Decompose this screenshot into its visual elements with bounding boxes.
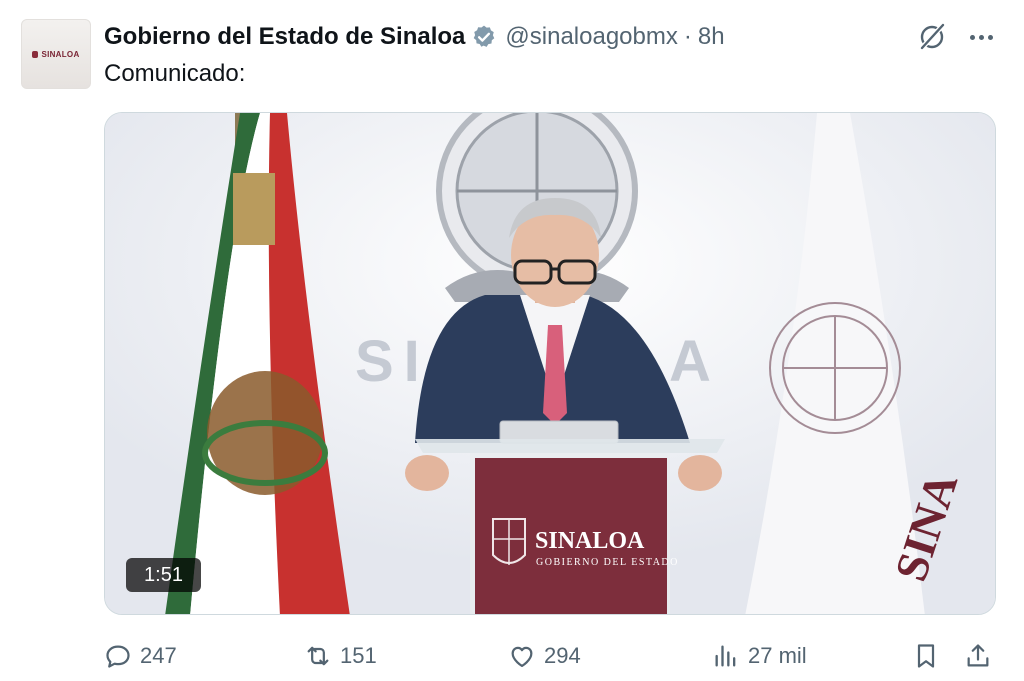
analytics-icon bbox=[715, 645, 736, 667]
separator-dot: · bbox=[683, 23, 692, 50]
heart-icon bbox=[511, 646, 533, 668]
more-options-icon[interactable] bbox=[964, 22, 998, 52]
post-time[interactable]: 8h bbox=[698, 23, 725, 51]
wall-text-right: A bbox=[669, 329, 711, 394]
video-duration: 1:51 bbox=[126, 558, 201, 592]
avatar[interactable]: SINALOA bbox=[21, 19, 91, 89]
bookmark-icon bbox=[917, 644, 935, 668]
action-bar: 247 151 294 27 mil bbox=[104, 636, 996, 676]
video-frame: SI A SINA SINALOA GOBIERNO DEL ESTADO bbox=[105, 113, 995, 614]
verified-badge-icon bbox=[474, 25, 495, 47]
account-name[interactable]: Gobierno del Estado de Sinaloa bbox=[104, 23, 465, 51]
share-button[interactable] bbox=[964, 636, 992, 676]
podium-title: SINALOA bbox=[535, 528, 645, 554]
share-icon bbox=[967, 644, 989, 667]
reply-count: 247 bbox=[140, 643, 177, 668]
post-header: Gobierno del Estado de Sinaloa @sinaloag… bbox=[104, 19, 725, 55]
repost-icon bbox=[307, 646, 329, 666]
repost-button[interactable]: 151 bbox=[304, 636, 377, 676]
avatar-logo: SINALOA bbox=[32, 50, 79, 59]
emblem-icon bbox=[32, 50, 39, 58]
bookmark-button[interactable] bbox=[912, 636, 940, 676]
avatar-text: SINALOA bbox=[41, 49, 80, 59]
repost-count: 151 bbox=[340, 643, 377, 668]
reply-button[interactable]: 247 bbox=[104, 636, 177, 676]
reply-icon bbox=[106, 645, 130, 668]
post-text: Comunicado: bbox=[104, 60, 246, 87]
wall-text-left: SI bbox=[355, 329, 430, 394]
podium-subtitle: GOBIERNO DEL ESTADO bbox=[536, 557, 679, 568]
video-player[interactable]: SI A SINA SINALOA GOBIERNO DEL ESTADO bbox=[104, 112, 996, 615]
account-handle[interactable]: @sinaloagobmx bbox=[505, 23, 677, 51]
grok-icon[interactable] bbox=[915, 20, 949, 54]
like-button[interactable]: 294 bbox=[508, 636, 581, 676]
views-button[interactable]: 27 mil bbox=[712, 636, 807, 676]
views-count: 27 mil bbox=[748, 643, 807, 668]
like-count: 294 bbox=[544, 643, 581, 668]
